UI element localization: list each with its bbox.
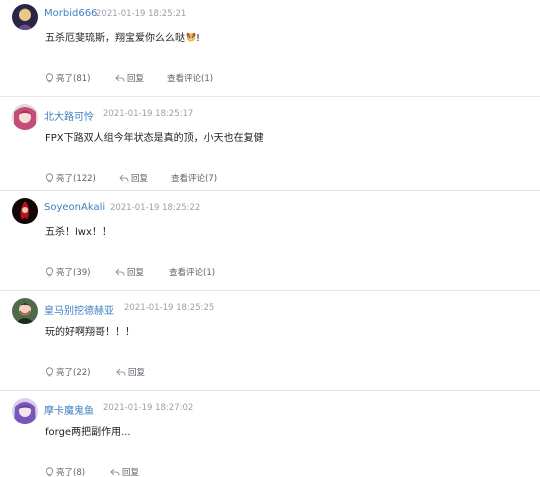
view-replies-link[interactable]: 查看评论(1) bbox=[169, 266, 215, 278]
avatar[interactable] bbox=[12, 4, 38, 30]
comment-text: 五杀厄斐琉斯，翔宝爱你么么哒! bbox=[45, 29, 200, 44]
reply-arrow-icon bbox=[119, 174, 129, 183]
lightbulb-icon bbox=[45, 367, 54, 377]
username[interactable]: 北大路可怜 bbox=[44, 108, 94, 123]
comment-text-suffix: ! bbox=[196, 33, 201, 44]
comment-text: FPX下路双人组今年状态是真的顶，小天也在复健 bbox=[45, 133, 264, 144]
username[interactable]: Morbid666 bbox=[44, 8, 97, 19]
comment-text-body: 五杀厄斐琉斯，翔宝爱你么么哒 bbox=[45, 33, 185, 44]
comment-text: forge两把副作用... bbox=[45, 427, 131, 438]
timestamp: 2021-01-19 18:25:25 bbox=[124, 303, 215, 313]
like-count: 亮了(8) bbox=[56, 468, 86, 477]
timestamp: 2021-01-19 18:27:02 bbox=[103, 403, 194, 413]
comment-feed: Morbid666 2021-01-19 18:25:21 五杀厄斐琉斯，翔宝爱… bbox=[0, 0, 540, 477]
avatar[interactable] bbox=[12, 104, 38, 130]
timestamp: 2021-01-19 18:25:21 bbox=[96, 9, 187, 19]
timestamp: 2021-01-19 18:25:17 bbox=[103, 109, 194, 119]
view-replies-label: 查看评论(1) bbox=[169, 268, 216, 278]
username[interactable]: 皇马别挖德赫亚 bbox=[44, 302, 114, 317]
divider bbox=[0, 190, 540, 191]
comment-text: 五杀！lwx！！ bbox=[45, 227, 112, 238]
lightbulb-icon bbox=[45, 73, 54, 83]
reply-label: 回复 bbox=[127, 268, 145, 278]
username[interactable]: SoyeonAkali bbox=[44, 202, 105, 213]
lightbulb-icon bbox=[45, 267, 54, 277]
reply-button[interactable]: 回复 bbox=[116, 366, 145, 378]
like-count: 亮了(22) bbox=[56, 368, 91, 378]
reply-label: 回复 bbox=[128, 368, 146, 378]
divider bbox=[0, 96, 540, 97]
reply-arrow-icon bbox=[115, 74, 125, 83]
divider bbox=[0, 390, 540, 391]
username[interactable]: 摩卡魔鬼鱼 bbox=[44, 402, 94, 417]
reply-arrow-icon bbox=[115, 268, 125, 277]
like-button[interactable]: 亮了(8) bbox=[45, 466, 85, 477]
view-replies-link[interactable]: 查看评论(7) bbox=[171, 172, 217, 184]
reply-button[interactable]: 回复 bbox=[110, 466, 139, 477]
like-button[interactable]: 亮了(22) bbox=[45, 366, 90, 378]
timestamp: 2021-01-19 18:25:22 bbox=[110, 203, 201, 213]
reply-arrow-icon bbox=[110, 468, 120, 477]
divider bbox=[0, 290, 540, 291]
reply-label: 回复 bbox=[122, 468, 140, 477]
reply-label: 回复 bbox=[131, 174, 149, 184]
like-button[interactable]: 亮了(81) bbox=[45, 72, 90, 84]
like-count: 亮了(39) bbox=[56, 268, 91, 278]
dog-face-emoji-icon bbox=[186, 32, 196, 42]
like-count: 亮了(81) bbox=[56, 74, 91, 84]
view-replies-label: 查看评论(1) bbox=[167, 74, 214, 84]
reply-button[interactable]: 回复 bbox=[119, 172, 148, 184]
avatar[interactable] bbox=[12, 298, 38, 324]
view-replies-label: 查看评论(7) bbox=[171, 174, 218, 184]
reply-label: 回复 bbox=[127, 74, 145, 84]
like-button[interactable]: 亮了(122) bbox=[45, 172, 96, 184]
reply-button[interactable]: 回复 bbox=[115, 266, 144, 278]
reply-arrow-icon bbox=[116, 368, 126, 377]
lightbulb-icon bbox=[45, 173, 54, 183]
lightbulb-icon bbox=[45, 467, 54, 477]
like-count: 亮了(122) bbox=[56, 174, 96, 184]
avatar[interactable] bbox=[12, 398, 38, 424]
comment-text: 玩的好啊翔哥！！！ bbox=[45, 327, 135, 338]
like-button[interactable]: 亮了(39) bbox=[45, 266, 90, 278]
view-replies-link[interactable]: 查看评论(1) bbox=[167, 72, 213, 84]
reply-button[interactable]: 回复 bbox=[115, 72, 144, 84]
avatar[interactable] bbox=[12, 198, 38, 224]
